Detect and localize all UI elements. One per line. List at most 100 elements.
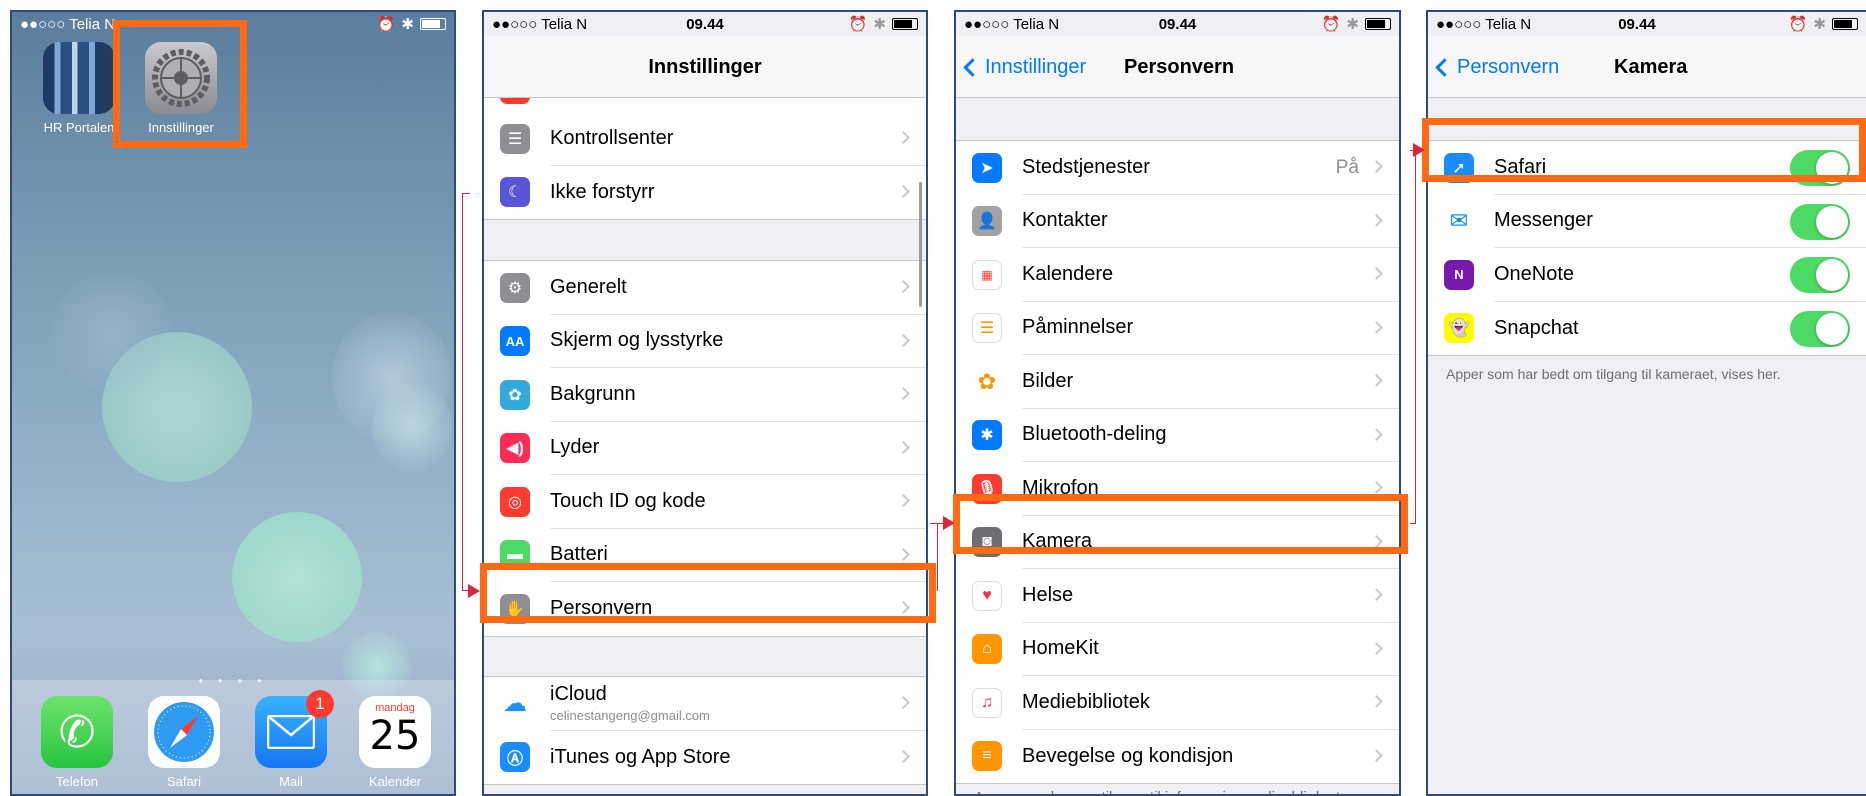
status-bar: ●●○○○ Telia N 09.44 ⏰ ✱ <box>1428 12 1866 36</box>
settings-group-1: ☰ Kontrollsenter ☾ Ikke forstyrr <box>484 98 926 220</box>
battery-icon <box>1832 18 1858 30</box>
row-label: HomeKit <box>1022 623 1399 676</box>
home-icon: ⌂ <box>972 634 1002 665</box>
privacy-item-kontakter[interactable]: 👤 Kontakter <box>956 195 1399 248</box>
settings-item-bakgrunn[interactable]: ✿ Bakgrunn <box>484 368 926 422</box>
app-label: Telefon <box>56 774 98 789</box>
privacy-item-mikrofon[interactable]: 🎙 Mikrofon <box>956 462 1399 516</box>
dock: ✆ Telefon Safari 1 Mail mandag 25 Kalend… <box>12 680 454 794</box>
settings-item-skjerm[interactable]: AA Skjerm og lysstyrke <box>484 315 926 368</box>
privacy-item-kamera[interactable]: ◙ Kamera <box>956 516 1399 569</box>
footer-note: Apper som har bedt om tilgang til kamera… <box>1446 366 1781 382</box>
snapchat-ghost-icon: 👻 <box>1444 313 1474 344</box>
hr-portal-icon <box>43 42 115 114</box>
alarm-icon: ⏰ <box>848 16 868 33</box>
connector-line <box>930 523 938 591</box>
bluetooth-icon: ✱ <box>873 16 886 33</box>
row-label: Bilder <box>1022 355 1399 409</box>
hand-icon: ✋ <box>500 593 530 624</box>
control-center-icon: ☰ <box>500 123 530 154</box>
row-label: Batteri <box>550 529 926 582</box>
nav-bar: Innstillinger <box>484 36 926 98</box>
app-label: HR Portalen <box>43 120 115 135</box>
phone-icon: ✆ <box>41 696 113 768</box>
page-title: Kamera <box>1614 56 1688 78</box>
privacy-item-bevegelse[interactable]: ≡ Bevegelse og kondisjon <box>956 730 1399 784</box>
text-size-icon: AA <box>500 326 530 357</box>
privacy-item-paminnelser[interactable]: ☰ Påminnelser <box>956 302 1399 355</box>
dock-phone[interactable]: ✆ Telefon <box>32 696 122 789</box>
settings-item-personvern[interactable]: ✋ Personvern <box>484 582 926 636</box>
camera-screen: ●●○○○ Telia N 09.44 ⏰ ✱ Personvern Kamer… <box>1426 10 1866 796</box>
dock-safari[interactable]: Safari <box>139 696 229 789</box>
settings-item-icloud[interactable]: ☁ iCloud celinestangeng@gmail.com <box>484 677 926 731</box>
status-icons: ⏰ ✱ <box>1322 15 1391 33</box>
battery-icon <box>1365 18 1391 30</box>
privacy-item-kalendere[interactable]: ▦ Kalendere <box>956 248 1399 302</box>
airplane-icon <box>500 98 530 104</box>
app-label: Kalender <box>368 774 422 789</box>
safari-compass-icon <box>148 696 220 768</box>
settings-screen: ●●○○○ Telia N 09.44 ⏰ ✱ Innstillinger ☰ … <box>482 10 928 796</box>
reminders-icon: ☰ <box>972 313 1002 344</box>
settings-item-lyder[interactable]: ◀) Lyder <box>484 422 926 475</box>
calendar-icon: mandag 25 <box>359 696 431 768</box>
nav-bar: Personvern Kamera <box>1428 36 1866 98</box>
fingerprint-icon: ◎ <box>500 486 530 517</box>
back-label: Innstillinger <box>985 56 1087 78</box>
dock-mail[interactable]: 1 Mail <box>246 690 336 789</box>
settings-item-generelt[interactable]: ⚙ Generelt <box>484 261 926 315</box>
music-note-icon: ♫ <box>972 687 1002 718</box>
privacy-item-mediebibliotek[interactable]: ♫ Mediebibliotek <box>956 676 1399 730</box>
app-label: Safari <box>167 774 201 789</box>
camera-app-messenger: ✉ Messenger <box>1428 195 1866 248</box>
privacy-item-helse[interactable]: ♥ Helse <box>956 569 1399 623</box>
speaker-icon: ◀) <box>500 433 530 464</box>
status-icons: ⏰ ✱ <box>377 15 446 33</box>
battery-icon: ▬ <box>500 540 530 571</box>
back-button[interactable]: Personvern <box>1435 56 1559 79</box>
dock-calendar[interactable]: mandag 25 Kalender <box>350 696 440 789</box>
scrollbar[interactable] <box>919 182 922 307</box>
bluetooth-icon: ✱ <box>1346 16 1359 33</box>
row-label: Skjerm og lysstyrke <box>550 315 926 368</box>
row-label: Kontakter <box>1022 195 1399 248</box>
settings-item-batteri[interactable]: ▬ Batteri <box>484 529 926 582</box>
hr-portal-app[interactable]: HR Portalen <box>34 42 124 135</box>
camera-app-safari: ➚ Safari <box>1428 141 1866 195</box>
privacy-item-bluetooth[interactable]: ✱ Bluetooth-deling <box>956 409 1399 462</box>
row-label: Påminnelser <box>1022 302 1399 355</box>
row-label: Helse <box>1022 569 1399 623</box>
settings-app[interactable]: Innstillinger <box>136 42 226 135</box>
messenger-icon: ✉ <box>1444 206 1474 237</box>
settings-item-ikke-forstyrr[interactable]: ☾ Ikke forstyrr <box>484 166 926 220</box>
connector-arrow-icon <box>1413 143 1425 157</box>
icloud-label: iCloud <box>550 683 607 706</box>
settings-item-kontrollsenter[interactable]: ☰ Kontrollsenter <box>484 112 926 166</box>
wallpaper-flower-icon: ✿ <box>500 379 530 410</box>
row-label: iCloud celinestangeng@gmail.com <box>550 677 926 731</box>
status-icons: ⏰ ✱ <box>849 15 918 33</box>
battery-icon <box>420 18 446 30</box>
onenote-camera-toggle[interactable] <box>1790 257 1850 293</box>
notification-badge: 1 <box>306 690 334 718</box>
privacy-item-stedstjenester[interactable]: ➤ Stedstjenester På <box>956 141 1399 195</box>
wallpaper-bubble <box>232 512 362 642</box>
snapchat-camera-toggle[interactable] <box>1790 310 1850 347</box>
status-bar: ●●○○○ Telia N ⏰ ✱ <box>12 12 454 36</box>
photos-icon: ✿ <box>972 366 1002 397</box>
chevron-left-icon <box>963 58 982 77</box>
row-value: På <box>1335 157 1359 178</box>
page-title: Personvern <box>1124 56 1235 78</box>
motion-icon: ≡ <box>972 741 1002 772</box>
safari-camera-toggle[interactable] <box>1790 150 1850 186</box>
camera-app-onenote: N OneNote <box>1428 248 1866 302</box>
row-label: Bakgrunn <box>550 368 926 422</box>
settings-item-touch-id[interactable]: ◎ Touch ID og kode <box>484 475 926 529</box>
privacy-item-homekit[interactable]: ⌂ HomeKit <box>956 623 1399 676</box>
messenger-camera-toggle[interactable] <box>1790 203 1850 240</box>
back-button[interactable]: Innstillinger <box>963 56 1087 79</box>
settings-item-itunes[interactable]: Ⓐ iTunes og App Store <box>484 731 926 785</box>
privacy-item-bilder[interactable]: ✿ Bilder <box>956 355 1399 409</box>
row-label: Mediebibliotek <box>1022 676 1399 730</box>
